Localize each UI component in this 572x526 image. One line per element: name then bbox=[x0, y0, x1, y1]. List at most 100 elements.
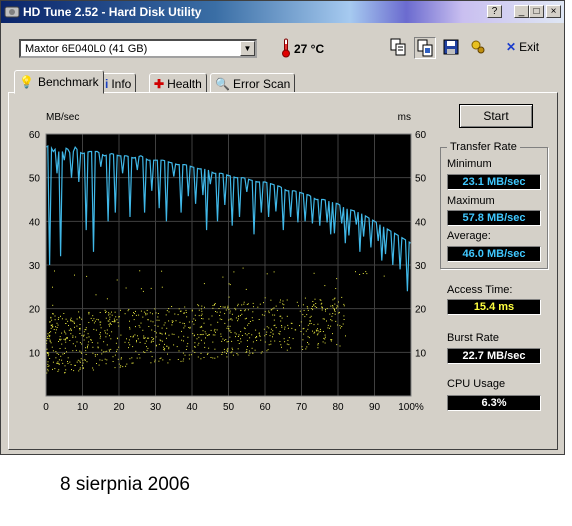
access-time-point bbox=[212, 305, 214, 306]
access-time-point bbox=[331, 320, 333, 322]
access-time-point bbox=[280, 344, 282, 346]
access-time-point bbox=[51, 346, 53, 348]
access-time-point bbox=[316, 334, 318, 336]
access-time-point bbox=[195, 319, 196, 321]
access-time-point bbox=[146, 349, 148, 351]
exit-label: Exit bbox=[519, 40, 540, 54]
access-time-point bbox=[324, 334, 326, 336]
access-time-point bbox=[157, 325, 159, 327]
access-time-point bbox=[212, 307, 214, 309]
y-tick-label-right: 60 bbox=[415, 130, 427, 141]
access-time-point bbox=[137, 338, 139, 340]
access-time-point bbox=[183, 335, 185, 337]
access-time-point bbox=[85, 347, 87, 349]
access-time-point bbox=[114, 354, 116, 356]
options-button[interactable] bbox=[468, 37, 490, 59]
access-time-point bbox=[109, 316, 111, 318]
access-time-point bbox=[208, 334, 210, 336]
access-time-point bbox=[319, 328, 321, 330]
access-time-point bbox=[232, 349, 234, 351]
access-time-point bbox=[330, 319, 332, 321]
access-time-point bbox=[48, 365, 50, 367]
copy-screenshot-button[interactable] bbox=[414, 37, 436, 59]
access-time-point bbox=[57, 324, 59, 326]
access-time-point bbox=[127, 310, 129, 312]
access-time-point bbox=[198, 309, 200, 311]
access-time-point bbox=[112, 361, 114, 362]
access-time-point bbox=[307, 307, 309, 309]
access-time-point bbox=[249, 337, 251, 339]
access-time-point bbox=[280, 315, 282, 317]
tab-info[interactable]: i Info bbox=[100, 73, 137, 93]
access-time-point bbox=[136, 340, 137, 342]
chevron-down-icon[interactable]: ▼ bbox=[240, 41, 255, 56]
access-time-point bbox=[307, 309, 309, 311]
access-time-point bbox=[150, 320, 152, 322]
access-time-point bbox=[279, 331, 281, 332]
access-time-point bbox=[183, 358, 185, 360]
access-time-point bbox=[307, 324, 309, 326]
access-time-point bbox=[248, 350, 250, 352]
access-time-point bbox=[331, 315, 333, 317]
access-time-point bbox=[143, 337, 145, 339]
access-time-point bbox=[67, 361, 68, 362]
access-time-point bbox=[332, 306, 334, 308]
access-time-point bbox=[198, 305, 200, 307]
tab-health[interactable]: ✚ Health bbox=[149, 73, 207, 93]
access-time-point bbox=[58, 353, 60, 355]
x-tick-label: 80 bbox=[332, 402, 344, 413]
access-time-point bbox=[281, 317, 283, 319]
access-time-point bbox=[341, 326, 343, 327]
tab-error-scan[interactable]: 🔍 Error Scan bbox=[210, 73, 296, 93]
access-time-point bbox=[224, 313, 226, 315]
access-time-point bbox=[105, 336, 107, 338]
tab-health-label: Health bbox=[167, 77, 202, 91]
exit-button[interactable]: ✕ Exit bbox=[506, 40, 539, 54]
access-time-point bbox=[310, 315, 312, 317]
access-time-point bbox=[308, 337, 310, 339]
access-time-point bbox=[99, 324, 101, 326]
access-time-point bbox=[145, 312, 147, 314]
access-time-point bbox=[74, 326, 75, 328]
save-button[interactable] bbox=[441, 37, 463, 59]
access-time-point bbox=[56, 352, 58, 354]
access-time-point bbox=[47, 336, 49, 338]
access-time-point bbox=[191, 321, 193, 323]
access-time-point bbox=[220, 333, 222, 335]
drive-select[interactable]: Maxtor 6E040L0 (41 GB) ▼ bbox=[19, 39, 257, 58]
access-time-point bbox=[79, 361, 81, 363]
access-time-point bbox=[124, 341, 126, 343]
access-time-point bbox=[204, 306, 205, 308]
maximize-button[interactable]: □ bbox=[529, 5, 544, 18]
access-time-point bbox=[334, 310, 336, 312]
access-time-point bbox=[161, 340, 163, 342]
access-time-point bbox=[252, 311, 254, 313]
access-time-point bbox=[108, 314, 110, 316]
access-time-point bbox=[106, 329, 108, 331]
access-time-point bbox=[110, 338, 112, 340]
access-time-point bbox=[64, 331, 66, 333]
minimize-button[interactable]: _ bbox=[514, 5, 529, 18]
access-time-point bbox=[246, 340, 248, 342]
access-time-point bbox=[257, 306, 259, 308]
access-time-point bbox=[87, 347, 88, 349]
access-time-point bbox=[189, 326, 191, 328]
access-time-point bbox=[190, 354, 192, 356]
copy-text-button[interactable] bbox=[388, 37, 410, 59]
start-button[interactable]: Start bbox=[459, 104, 533, 128]
access-time-point bbox=[85, 350, 87, 352]
access-time-point bbox=[47, 355, 49, 357]
close-button[interactable]: × bbox=[546, 5, 561, 18]
access-time-point bbox=[273, 319, 275, 321]
access-time-point bbox=[87, 345, 88, 347]
access-time-point bbox=[115, 342, 117, 344]
access-time-point bbox=[108, 320, 110, 322]
access-time-point bbox=[240, 331, 242, 333]
tab-benchmark[interactable]: 💡 Benchmark bbox=[14, 70, 104, 94]
access-time-point bbox=[47, 333, 49, 335]
help-button[interactable]: ? bbox=[487, 5, 502, 18]
title-bar[interactable]: HD Tune 2.52 - Hard Disk Utility ? _ □ × bbox=[1, 1, 564, 23]
access-time-point bbox=[180, 360, 182, 362]
access-time-point bbox=[314, 298, 316, 300]
access-time-point bbox=[266, 350, 268, 352]
